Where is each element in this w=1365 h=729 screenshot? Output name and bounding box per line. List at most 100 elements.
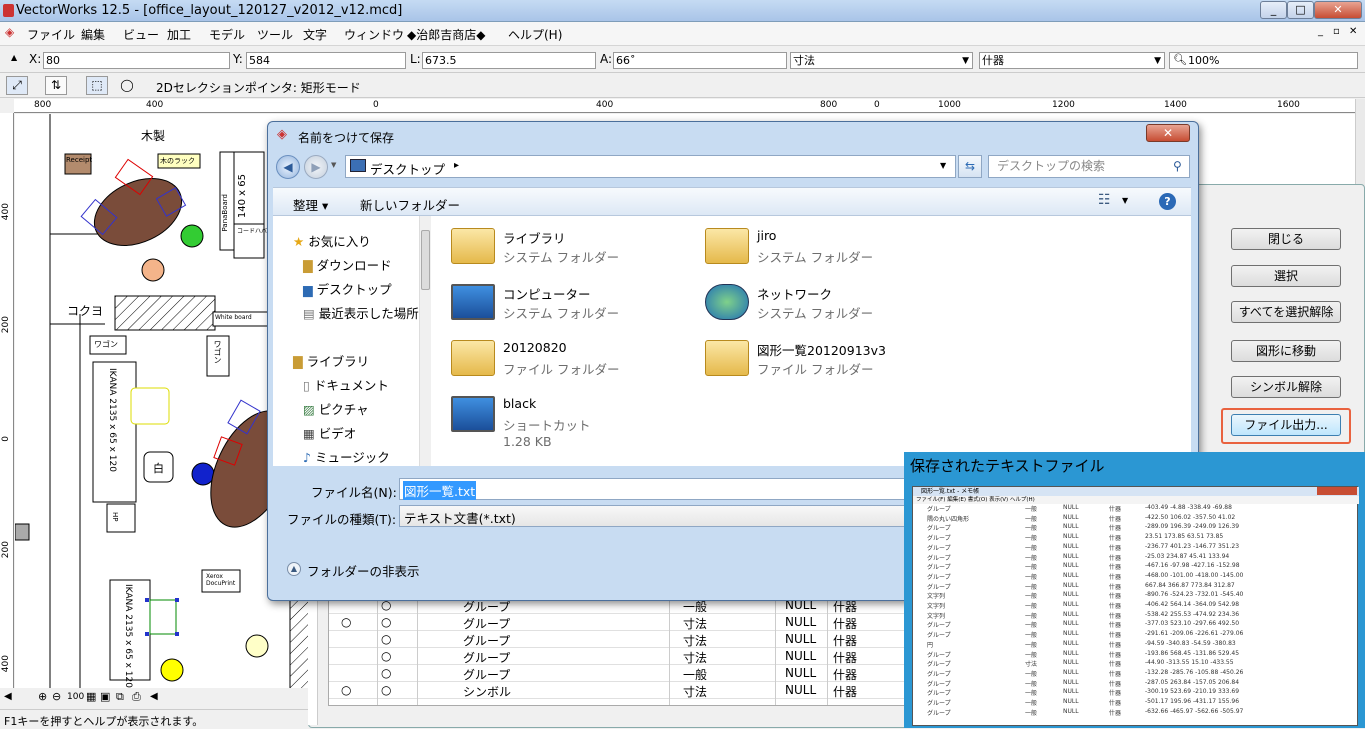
deselect-all-button[interactable]: すべてを選択解除 <box>1231 301 1341 323</box>
menu-view[interactable]: ビュー <box>123 26 159 43</box>
collapse-folders-icon[interactable]: ▲ <box>287 562 301 576</box>
menu-window[interactable]: ウィンドウ <box>344 26 404 43</box>
fit-objects-icon[interactable]: ▣ <box>100 690 110 703</box>
l-field[interactable]: 673.5 <box>422 52 596 69</box>
nav-desktop[interactable]: ▆ デスクトップ <box>303 279 392 298</box>
notepad-cell: グループ <box>927 680 951 688</box>
breadcrumb-arrow-icon[interactable]: ▸ <box>454 160 459 171</box>
zoom-window-icon[interactable]: ⧉ <box>116 690 124 704</box>
nav-scroll-thumb[interactable] <box>421 230 430 290</box>
pictures-icon: ▨ <box>303 402 315 417</box>
table-row[interactable]: ○ グループ 一般 NULL 什器 <box>329 665 909 682</box>
maximize-button[interactable]: □ <box>1287 1 1314 19</box>
notepad-cell: 什器 <box>1109 525 1122 533</box>
ruler-label: 1400 <box>1164 100 1187 110</box>
a-field[interactable]: 66˚ <box>613 52 787 69</box>
table-row[interactable]: ○ ○ シンボル 寸法 NULL 什器 <box>329 682 909 699</box>
menu-tools[interactable]: ツール <box>257 26 293 43</box>
menu-model[interactable]: モデル <box>209 26 245 43</box>
table-row[interactable]: ○ グループ 寸法 NULL 什器 <box>329 648 909 665</box>
forward-arrow-icon[interactable]: ▶ <box>304 155 328 179</box>
menu-custom[interactable]: ◆治郎吉商店◆ <box>407 26 485 43</box>
y-field[interactable]: 584 <box>246 52 406 69</box>
menu-file[interactable]: ファイル <box>27 26 75 43</box>
rectangle-mode-icon[interactable]: ⬚ <box>86 76 108 95</box>
file-item-network[interactable]: ネットワーク システム フォルダー <box>705 282 955 332</box>
select-arrow-icon[interactable]: ⤢ <box>6 76 28 95</box>
notepad-cell: -538.42 255.53 -474.92 234.36 <box>1145 610 1240 618</box>
scroll-left-icon[interactable]: ◀ <box>4 691 12 702</box>
file-item-jiro[interactable]: jiro システム フォルダー <box>705 226 955 276</box>
nav-videos[interactable]: ▦ ビデオ <box>303 423 356 442</box>
file-item-black[interactable]: black ショートカット 1.28 KB <box>451 394 701 456</box>
organize-button[interactable]: 整理 ▾ <box>293 195 328 214</box>
minimize-button[interactable]: _ <box>1260 1 1287 19</box>
mdi-minimize-button[interactable]: _ <box>1318 26 1323 37</box>
filetype-select[interactable]: テキスト文書(*.txt) <box>399 505 919 527</box>
go-to-shape-button[interactable]: 図形に移動 <box>1231 340 1341 362</box>
view-dropdown-icon[interactable]: ▼ <box>1122 196 1128 205</box>
align-tool-icon[interactable]: ⇅ <box>45 76 67 95</box>
hide-folders-button[interactable]: フォルダーの非表示 <box>307 561 420 580</box>
fit-page-icon[interactable]: ▦ <box>86 690 96 703</box>
nav-documents[interactable]: ▯ ドキュメント <box>303 375 389 394</box>
file-name: ライブラリ <box>503 231 566 246</box>
menu-text[interactable]: 文字 <box>303 26 327 43</box>
filename-input[interactable]: 図形一覧.txt <box>399 478 919 500</box>
library-folder-icon <box>451 228 495 264</box>
select-button[interactable]: 選択 <box>1231 265 1341 287</box>
column-divider <box>775 597 776 705</box>
nav-downloads[interactable]: ▇ ダウンロード <box>303 255 392 274</box>
star-icon: ★ <box>293 234 305 249</box>
x-field[interactable]: 80 <box>43 52 230 69</box>
file-item-library[interactable]: ライブラリ システム フォルダー <box>451 226 701 276</box>
mdi-close-button[interactable]: ✕ <box>1349 26 1357 37</box>
class-select[interactable]: 寸法 ▼ <box>790 52 973 69</box>
close-window-button[interactable]: ✕ <box>1314 1 1362 19</box>
file-item-computer[interactable]: コンピューター システム フォルダー <box>451 282 701 332</box>
address-bar[interactable]: デスクトップ ▸ ▼ <box>345 155 956 178</box>
search-icon[interactable]: ⚲ <box>1173 159 1182 173</box>
nav-music[interactable]: ♪ ミュージック <box>303 447 390 466</box>
notepad-cell: NULL <box>1063 504 1079 511</box>
history-dropdown-icon[interactable]: ▼ <box>331 161 336 169</box>
nav-libraries[interactable]: ▇ ライブラリ <box>293 351 369 370</box>
print-icon[interactable]: ⎙ <box>132 690 141 704</box>
nav-pictures[interactable]: ▨ ピクチャ <box>303 399 369 418</box>
collapse-arrow-icon[interactable]: ▲ <box>11 53 17 62</box>
notepad-cell: 一般 <box>1025 544 1038 552</box>
back-arrow-icon[interactable]: ◀ <box>276 155 300 179</box>
scroll-right-icon[interactable]: ◀ <box>150 691 158 702</box>
file-item-zukei[interactable]: 図形一覧20120913v3 ファイル フォルダー <box>705 338 955 388</box>
lasso-mode-icon[interactable]: ◯ <box>116 76 138 95</box>
unsymbol-button[interactable]: シンボル解除 <box>1231 376 1341 398</box>
notepad-cell: 一般 <box>1025 506 1038 513</box>
zoom-field[interactable]: 🔍︎ 100% <box>1169 52 1358 69</box>
zoom-100-button[interactable]: 100 <box>67 692 84 702</box>
notepad-cell: 什器 <box>1109 632 1122 640</box>
mdi-restore-button[interactable]: ▫ <box>1333 26 1340 37</box>
menu-help[interactable]: ヘルプ(H) <box>508 26 562 43</box>
zoom-in-icon[interactable]: ⊕ <box>38 690 47 703</box>
document-icon[interactable]: ◈ <box>5 25 14 39</box>
dialog-close-button[interactable]: ✕ <box>1146 124 1190 142</box>
help-icon[interactable]: ? <box>1159 193 1176 210</box>
nav-scrollbar[interactable] <box>419 216 431 466</box>
nav-recent-places[interactable]: ▤ 最近表示した場所 <box>303 303 419 322</box>
layer-select[interactable]: 什器 ▼ <box>979 52 1165 69</box>
zoom-out-icon[interactable]: ⊖ <box>52 690 61 703</box>
file-item-20120820[interactable]: 20120820 ファイル フォルダー <box>451 338 701 388</box>
search-input[interactable]: デスクトップの検索 <box>988 155 1190 178</box>
table-row[interactable]: ○ グループ 寸法 NULL 什器 <box>329 631 909 648</box>
refresh-icon[interactable]: ⇆ <box>958 155 982 178</box>
notepad-cell: NULL <box>1063 620 1079 628</box>
nav-favorites[interactable]: ★ お気に入り <box>293 231 371 250</box>
menu-edit[interactable]: 編集 <box>81 26 105 43</box>
new-folder-button[interactable]: 新しいフォルダー <box>360 195 460 214</box>
table-row[interactable]: ○ ○ グループ 寸法 NULL 什器 <box>329 614 909 631</box>
close-button[interactable]: 閉じる <box>1231 228 1341 250</box>
address-dropdown-icon[interactable]: ▼ <box>940 161 946 170</box>
menu-modify[interactable]: 加工 <box>167 26 191 43</box>
view-options-icon[interactable]: ☷ <box>1098 192 1111 208</box>
label-panaboard: PanaBoard <box>221 194 229 232</box>
